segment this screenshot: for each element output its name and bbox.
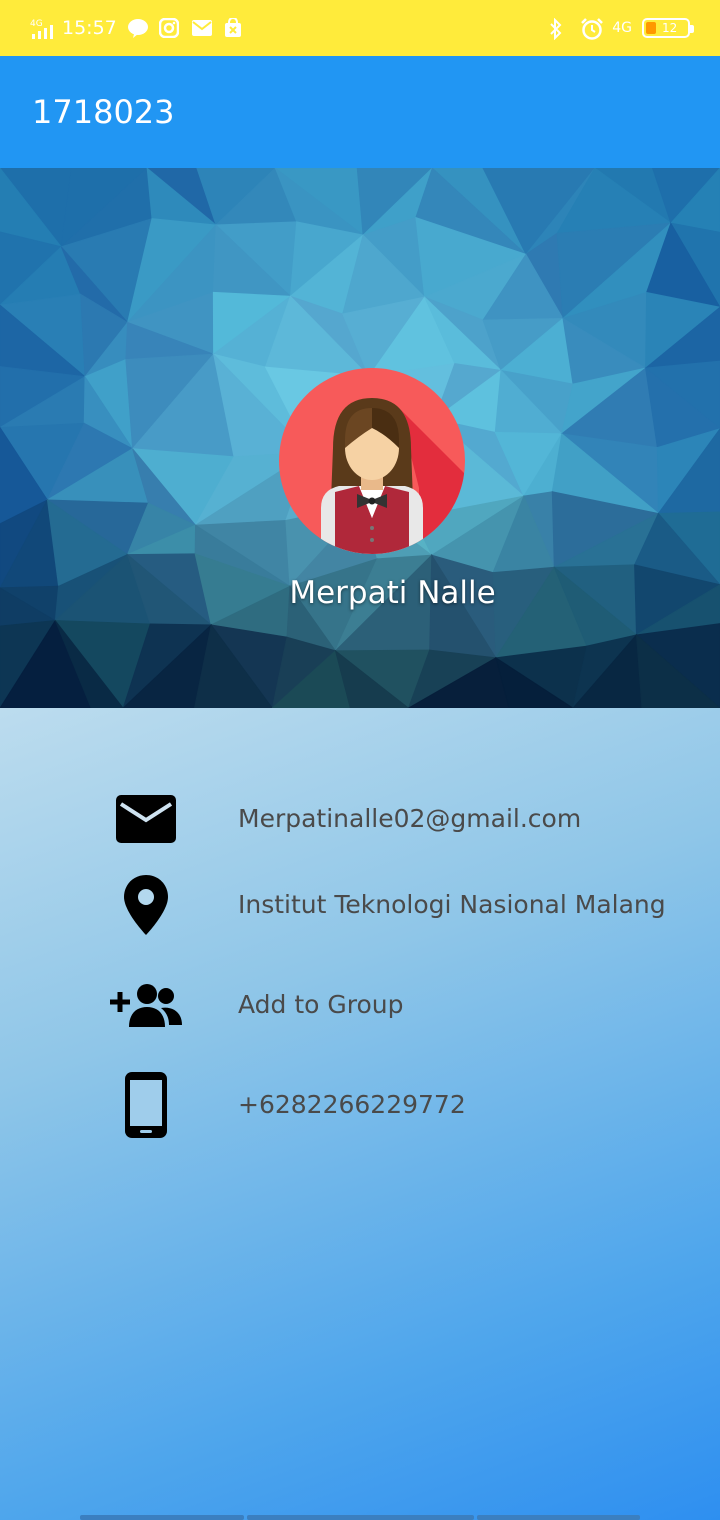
profile-avatar[interactable] (279, 368, 465, 554)
gmail-icon (191, 18, 213, 38)
signal-icon: 4G (30, 18, 53, 39)
add-to-group-text: Add to Group (238, 990, 404, 1019)
network-right-label: 4G (612, 20, 632, 36)
phone-icon (106, 1065, 186, 1145)
status-left: 4G 15:57 (30, 16, 245, 39)
battery-icon: 12 (642, 18, 694, 38)
location-text: Institut Teknologi Nasional Malang (238, 890, 666, 919)
battery-fill (646, 22, 656, 34)
app-title: 1718023 (32, 93, 175, 131)
email-icon (106, 779, 186, 859)
bottom-bar-segment (80, 1515, 244, 1520)
instagram-icon (158, 17, 181, 39)
bottom-bar-segment (247, 1515, 474, 1520)
profile-header: Merpati Nalle (0, 168, 720, 708)
store-icon (223, 16, 245, 38)
network-label: 4G (30, 19, 43, 29)
line-app-icon (127, 18, 149, 38)
phone-text: +6282266229772 (238, 1090, 466, 1119)
alarm-icon (580, 18, 604, 40)
location-pin-icon (106, 865, 186, 945)
add-group-icon (106, 965, 186, 1045)
bottom-bar-segment (477, 1515, 640, 1520)
location-row[interactable]: Institut Teknologi Nasional Malang (0, 865, 720, 945)
battery-level: 12 (662, 21, 678, 35)
email-row[interactable]: Merpatinalle02@gmail.com (0, 779, 720, 859)
app-bar: 1718023 (0, 56, 720, 168)
add-to-group-row[interactable]: Add to Group (0, 965, 720, 1045)
bluetooth-icon (548, 17, 570, 41)
status-time: 15:57 (62, 17, 117, 39)
status-right: 4G 12 (548, 17, 694, 41)
contact-info-panel: Merpatinalle02@gmail.com Institut Teknol… (0, 708, 720, 1520)
waitress-avatar-icon (321, 398, 465, 554)
phone-row[interactable]: +6282266229772 (0, 1065, 720, 1145)
email-text: Merpatinalle02@gmail.com (238, 804, 582, 833)
status-bar: 4G 15:57 4G 12 (0, 0, 720, 56)
profile-name: Merpati Nalle (289, 575, 496, 611)
